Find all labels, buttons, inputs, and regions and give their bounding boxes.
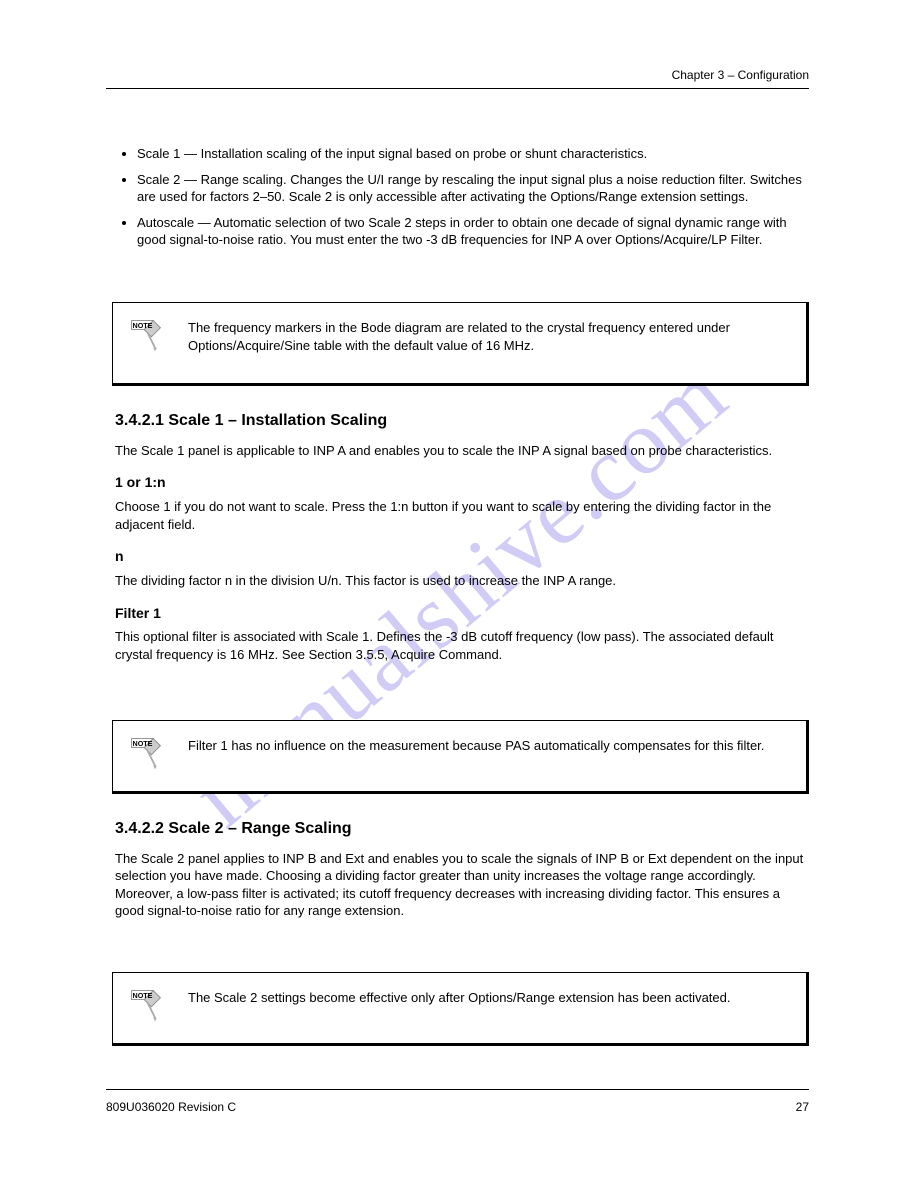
section-scale2: 3.4.2.2 Scale 2 – Range Scaling The Scal… <box>115 818 805 930</box>
intro-block: Scale 1 — Installation scaling of the in… <box>115 145 805 257</box>
note-label: NOTE <box>133 739 153 748</box>
section-scale1: 3.4.2.1 Scale 1 – Installation Scaling T… <box>115 410 805 674</box>
para-scale1-intro: The Scale 1 panel is applicable to INP A… <box>115 442 805 460</box>
heading-n: n <box>115 547 805 566</box>
para-n: The dividing factor n in the division U/… <box>115 572 805 590</box>
heading-scale2: 3.4.2.2 Scale 2 – Range Scaling <box>115 818 805 840</box>
bullet-scale2: Scale 2 — Range scaling. Changes the U/I… <box>137 171 805 206</box>
note-text-3: The Scale 2 settings become effective on… <box>188 989 786 1007</box>
note-label: NOTE <box>133 991 153 1000</box>
note-icon: NOTE <box>128 735 164 776</box>
header-rule <box>106 88 809 89</box>
note-box-3: NOTE The Scale 2 settings become effecti… <box>112 972 809 1046</box>
para-scale2: The Scale 2 panel applies to INP B and E… <box>115 850 805 920</box>
note-box-2: NOTE Filter 1 has no influence on the me… <box>112 720 809 794</box>
heading-1-or-1n: 1 or 1:n <box>115 473 805 492</box>
note-icon: NOTE <box>128 987 164 1028</box>
note-icon: NOTE <box>128 317 164 358</box>
footer-page-number: 27 <box>796 1100 809 1114</box>
heading-scale1: 3.4.2.1 Scale 1 – Installation Scaling <box>115 410 805 432</box>
note-text-2: Filter 1 has no influence on the measure… <box>188 737 786 755</box>
footer-docid: 809U036020 Revision C <box>106 1100 236 1114</box>
footer-rule <box>106 1089 809 1090</box>
para-1-or-1n: Choose 1 if you do not want to scale. Pr… <box>115 498 805 533</box>
note-box-1: NOTE The frequency markers in the Bode d… <box>112 302 809 386</box>
note-label: NOTE <box>133 321 153 330</box>
header-chapter: Chapter 3 – Configuration <box>672 68 809 82</box>
para-filter1: This optional filter is associated with … <box>115 628 805 663</box>
heading-filter1: Filter 1 <box>115 604 805 623</box>
bullet-autoscale: Autoscale — Automatic selection of two S… <box>137 214 805 249</box>
bullet-scale1: Scale 1 — Installation scaling of the in… <box>137 145 805 163</box>
note-text-1: The frequency markers in the Bode diagra… <box>188 319 786 354</box>
